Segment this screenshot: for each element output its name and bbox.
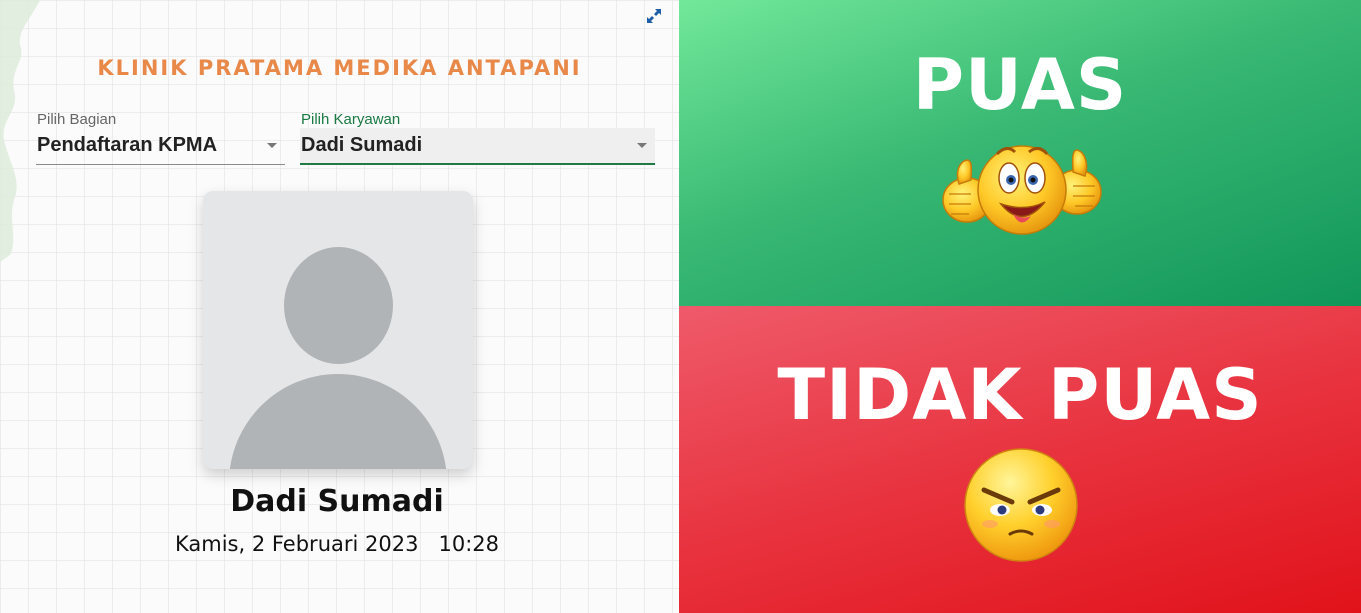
satisfied-button[interactable]: PUAS <box>679 0 1361 306</box>
employee-field: Pilih Karyawan Dadi Sumadi <box>300 112 655 165</box>
chevron-down-icon <box>637 143 647 148</box>
date-time: Kamis, 2 Februari 2023 10:28 <box>0 532 674 556</box>
chevron-down-icon <box>267 143 277 148</box>
current-time: 10:28 <box>438 532 500 556</box>
angry-face-icon <box>964 448 1078 562</box>
unsatisfied-label: TIDAK PUAS <box>777 354 1263 436</box>
employee-panel: KLINIK PRATAMA MEDIKA ANTAPANI Pilih Bag… <box>0 0 679 613</box>
employee-value: Dadi Sumadi <box>301 134 423 156</box>
department-label: Pilih Bagian <box>37 111 117 128</box>
avatar-placeholder-body <box>229 374 447 469</box>
employee-select[interactable]: Dadi Sumadi <box>300 128 655 165</box>
clinic-title: KLINIK PRATAMA MEDIKA ANTAPANI <box>97 56 582 80</box>
avatar-placeholder-head <box>284 247 393 364</box>
employee-label: Pilih Karyawan <box>301 111 401 128</box>
fullscreen-icon[interactable] <box>644 6 664 26</box>
employee-name: Dadi Sumadi <box>230 484 444 519</box>
current-date: Kamis, 2 Februari 2023 <box>174 532 419 556</box>
unsatisfied-button[interactable]: TIDAK PUAS <box>679 306 1361 613</box>
satisfied-label: PUAS <box>912 44 1128 126</box>
employee-photo <box>203 191 473 469</box>
department-value: Pendaftaran KPMA <box>37 134 218 156</box>
thumbs-up-smiley-icon <box>942 145 1102 235</box>
department-select[interactable]: Pendaftaran KPMA <box>36 128 285 165</box>
department-field: Pilih Bagian Pendaftaran KPMA <box>36 112 285 165</box>
